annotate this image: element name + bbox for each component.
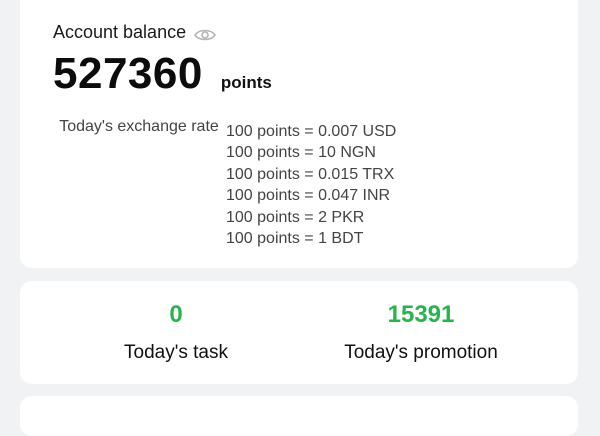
exchange-rate-item: 100 points = 2 PKR: [226, 208, 365, 226]
balance-amount-row: 527360 points: [53, 52, 272, 96]
todays-task-value: 0: [169, 301, 183, 328]
account-balance-card: Account balance 527360 points Today's ex…: [20, 0, 578, 268]
exchange-rate-item: 100 points = 0.047 INR: [226, 187, 391, 205]
exchange-rate-item: 100 points = 1 BDT: [226, 230, 364, 248]
balance-amount: 527360: [53, 49, 203, 98]
balance-header: Account balance: [53, 22, 217, 43]
todays-promotion-value: 15391: [387, 301, 455, 328]
todays-promotion-stat[interactable]: 15391 Today's promotion: [310, 301, 532, 364]
eye-icon[interactable]: [194, 26, 217, 40]
next-card: [20, 396, 578, 436]
daily-stats-card: 0 Today's task 15391 Today's promotion: [20, 281, 578, 384]
balance-unit: points: [220, 73, 272, 92]
todays-task-stat[interactable]: 0 Today's task: [100, 301, 252, 364]
todays-task-label: Today's task: [124, 342, 228, 363]
exchange-rate-item: 100 points = 0.007 USD: [226, 123, 397, 140]
balance-label: Account balance: [53, 22, 187, 42]
exchange-rate-label: Today's exchange rate: [59, 118, 219, 135]
exchange-rate-item: 100 points = 10 NGN: [226, 144, 376, 162]
exchange-rate-item: 100 points = 0.015 TRX: [226, 165, 395, 183]
todays-promotion-label: Today's promotion: [344, 342, 498, 363]
exchange-rate-list: 100 points = 0.007 USD 100 points = 10 N…: [226, 121, 396, 249]
